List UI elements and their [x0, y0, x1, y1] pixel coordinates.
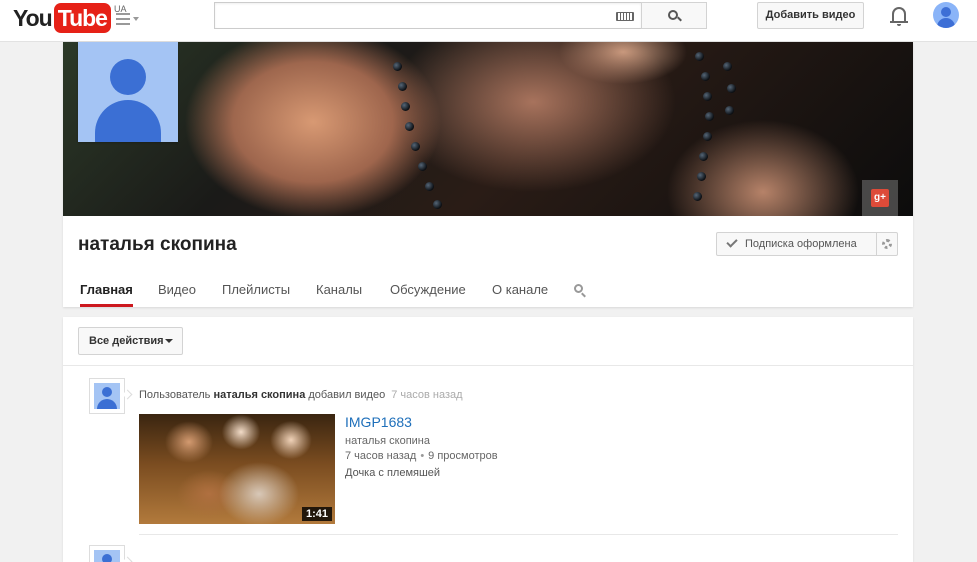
tab-discussion[interactable]: Обсуждение: [390, 270, 466, 307]
tab-playlists[interactable]: Плейлисты: [222, 270, 290, 307]
youtube-logo[interactable]: You Tube UA: [13, 3, 126, 33]
subscription-settings-button[interactable]: [876, 232, 898, 256]
all-actions-dropdown[interactable]: Все действия: [78, 327, 183, 355]
video-views: 9 просмотров: [428, 450, 498, 462]
search-box: [214, 2, 642, 29]
channel-title[interactable]: наталья скопина: [78, 234, 237, 256]
channel-header: g+ наталья скопина Подписка оформлена Гл…: [63, 42, 913, 307]
logo-tube: Tube: [53, 3, 111, 33]
bell-icon[interactable]: [889, 5, 909, 27]
search-input[interactable]: [215, 3, 605, 28]
search-button[interactable]: [641, 2, 707, 29]
activity-author[interactable]: наталья скопина: [213, 389, 305, 401]
gear-icon: [882, 239, 892, 249]
channel-search-icon[interactable]: [574, 284, 588, 298]
activity-action: добавил видео: [308, 389, 386, 401]
all-actions-label: Все действия: [89, 335, 164, 347]
video-duration: 1:41: [301, 507, 332, 521]
chevron-down-icon: [133, 17, 139, 21]
video-age: 7 часов назад: [345, 450, 417, 462]
check-icon: [726, 236, 738, 248]
masthead: You Tube UA Добавить видео: [0, 0, 977, 42]
activity-line: Пользователь наталья скопина добавил вид…: [139, 389, 463, 401]
upload-video-button[interactable]: Добавить видео: [757, 2, 864, 29]
account-avatar[interactable]: [933, 2, 959, 28]
feed-item-avatar[interactable]: [89, 378, 133, 414]
subscribed-label: Подписка оформлена: [745, 238, 857, 250]
video-thumbnail[interactable]: 1:41: [139, 414, 335, 524]
channel-banner: g+: [63, 42, 913, 216]
activity-time: 7 часов назад: [391, 389, 463, 401]
divider: [63, 365, 913, 366]
tab-home[interactable]: Главная: [80, 270, 133, 307]
tab-about[interactable]: О канале: [492, 270, 548, 307]
separator-dot: •: [420, 450, 425, 462]
caret-down-icon: [165, 339, 173, 343]
divider: [139, 534, 898, 535]
keyboard-icon[interactable]: [616, 12, 634, 21]
logo-you: You: [13, 5, 53, 31]
activity-prefix: Пользователь: [139, 389, 211, 401]
channel-avatar[interactable]: [78, 42, 178, 142]
guide-menu-button[interactable]: [116, 11, 142, 27]
google-plus-button[interactable]: g+: [862, 180, 898, 216]
video-title[interactable]: IMGP1683: [345, 414, 412, 430]
video-description: Дочка с племяшей: [345, 467, 441, 479]
tab-videos[interactable]: Видео: [158, 270, 196, 307]
feed-item-avatar[interactable]: [89, 545, 133, 562]
video-channel[interactable]: наталья скопина: [345, 435, 430, 447]
tab-channels[interactable]: Каналы: [316, 270, 362, 307]
google-plus-icon: g+: [871, 189, 889, 207]
video-meta: 7 часов назад • 9 просмотров: [345, 450, 498, 462]
subscribed-button[interactable]: Подписка оформлена: [716, 232, 877, 256]
activity-feed: Все действия Пользователь наталья скопин…: [63, 317, 913, 562]
